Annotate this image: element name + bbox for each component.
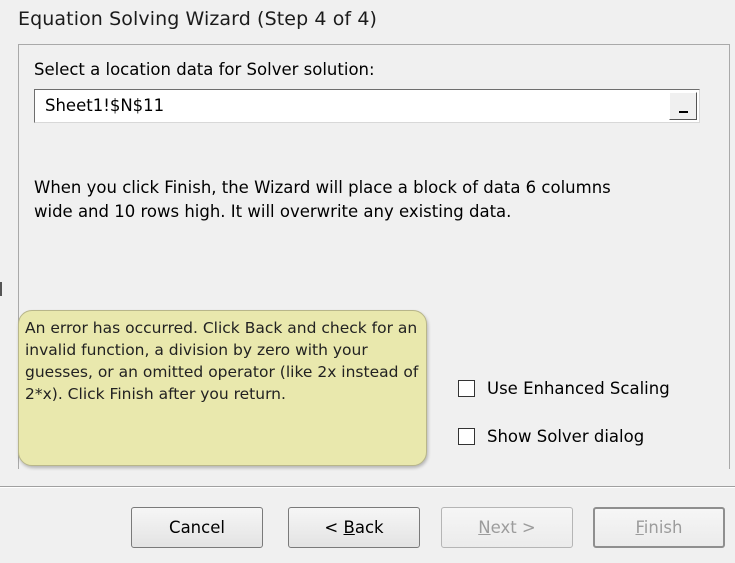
cancel-label: Cancel <box>169 518 225 537</box>
button-divider <box>0 486 735 488</box>
cancel-button[interactable]: Cancel <box>131 507 263 548</box>
show-solver-option[interactable]: Show Solver dialog <box>458 425 644 447</box>
finish-label: Finish <box>635 518 683 537</box>
left-edge-mark <box>0 282 2 296</box>
wizard-title: Equation Solving Wizard (Step 4 of 4) <box>18 8 378 30</box>
location-prompt: Select a location data for Solver soluti… <box>34 60 375 79</box>
next-label: Next > <box>478 518 536 537</box>
back-label: < Back <box>324 518 384 537</box>
location-value[interactable]: Sheet1!$N$11 <box>45 96 164 115</box>
info-text: When you click Finish, the Wizard will p… <box>34 178 611 221</box>
location-refedit[interactable]: Sheet1!$N$11 <box>34 89 700 123</box>
enhanced-scaling-checkbox[interactable] <box>458 379 475 397</box>
enhanced-scaling-label[interactable]: Use Enhanced Scaling <box>487 379 670 398</box>
show-solver-checkbox[interactable] <box>458 427 475 445</box>
back-button[interactable]: < Back <box>288 507 420 548</box>
error-message: An error has occurred. Click Back and ch… <box>25 319 419 403</box>
show-solver-label[interactable]: Show Solver dialog <box>487 427 644 446</box>
collapse-dialog-button[interactable] <box>669 92 697 120</box>
collapse-icon <box>679 111 688 113</box>
finish-button[interactable]: Finish <box>593 507 725 548</box>
enhanced-scaling-option[interactable]: Use Enhanced Scaling <box>458 377 670 399</box>
error-callout: An error has occurred. Click Back and ch… <box>18 310 427 466</box>
next-button[interactable]: Next > <box>441 507 573 548</box>
